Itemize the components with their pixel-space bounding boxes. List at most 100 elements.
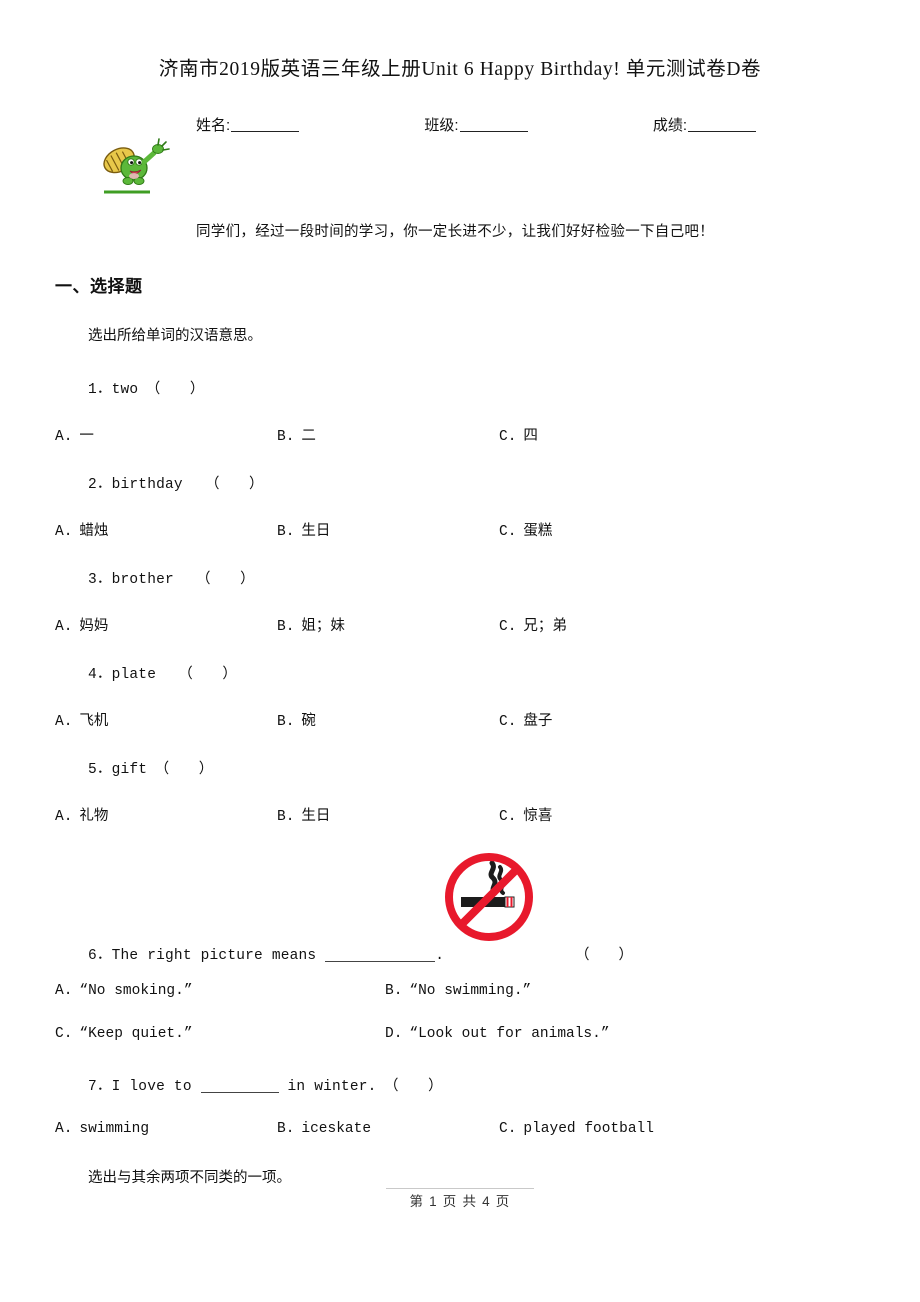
option-text: 碗 [301, 713, 316, 729]
option-label: A. [55, 983, 73, 999]
option-5-b[interactable]: B. 生日 [277, 804, 499, 825]
class-label: 班级: [424, 117, 459, 134]
question-6-blank[interactable] [325, 961, 436, 962]
option-text: 盘子 [523, 713, 553, 729]
option-text: 生日 [301, 523, 331, 539]
question-stem-6-prefix: 6．The right picture means [88, 948, 326, 964]
option-text: 一 [79, 428, 94, 444]
option-6-a[interactable]: A. “No smoking.” [55, 983, 385, 999]
option-1-c[interactable]: C. 四 [499, 424, 721, 445]
option-text: 蜡烛 [79, 523, 109, 539]
class-blank[interactable] [459, 131, 528, 132]
option-label: A. [55, 619, 73, 635]
option-label: A. [55, 524, 73, 540]
option-text: “No smoking.” [79, 983, 193, 999]
option-1-b[interactable]: B. 二 [277, 424, 499, 445]
name-blank[interactable] [231, 131, 300, 132]
option-5-c[interactable]: C. 惊喜 [499, 804, 721, 825]
directive-1: 选出所给单词的汉语意思。 [88, 328, 262, 344]
option-label: B. [385, 983, 403, 999]
question-stem-7-prefix: 7．I love to [88, 1079, 201, 1095]
question-stem-1: 1．two （ ） [88, 382, 205, 398]
question-6-answer-paren[interactable]: （ ） [575, 943, 633, 964]
options-row-6b: C. “Keep quiet.” D. “Look out for animals.” [55, 1026, 885, 1042]
option-2-b[interactable]: B. 生日 [277, 519, 499, 540]
question-7-blank[interactable] [200, 1092, 279, 1093]
option-6-b[interactable]: B. “No swimming.” [385, 983, 715, 999]
option-6-d[interactable]: D. “Look out for animals.” [385, 1026, 715, 1042]
option-text: “No swimming.” [409, 983, 532, 999]
option-text: 妈妈 [79, 618, 109, 634]
option-label: A. [55, 1121, 73, 1137]
option-label: B. [277, 524, 295, 540]
option-2-a[interactable]: A. 蜡烛 [55, 519, 277, 540]
option-4-c[interactable]: C. 盘子 [499, 709, 721, 730]
options-row-3: A. 妈妈 B. 姐；妹 C. 兄；弟 [55, 614, 885, 635]
question-stem-6: 6．The right picture means . [88, 943, 878, 964]
option-text: “Look out for animals.” [409, 1026, 610, 1042]
footer-divider [386, 1188, 534, 1189]
question-stem-6-suffix: . [435, 948, 445, 964]
option-7-c[interactable]: C. played football [499, 1121, 721, 1137]
option-7-b[interactable]: B. iceskate [277, 1121, 499, 1137]
score-field[interactable]: 成绩: [653, 114, 756, 135]
question-stem-2: 2．birthday （ ） [88, 477, 264, 493]
name-label: 姓名: [196, 117, 231, 134]
options-row-7: A. swimming B. iceskate C. played football [55, 1121, 885, 1137]
option-label: A. [55, 809, 73, 825]
option-text: swimming [79, 1121, 150, 1137]
option-4-b[interactable]: B. 碗 [277, 709, 499, 730]
question-stem-5: 5．gift （ ） [88, 762, 214, 778]
option-text: 生日 [301, 808, 331, 824]
option-text: 蛋糕 [523, 523, 553, 539]
option-label: C. [499, 714, 517, 730]
score-blank[interactable] [687, 131, 756, 132]
section-heading-1: 一、选择题 [55, 277, 143, 296]
student-info-row: 姓名: 班级: 成绩: [196, 114, 756, 135]
option-2-c[interactable]: C. 蛋糕 [499, 519, 721, 540]
option-text: 飞机 [79, 713, 109, 729]
option-label: A. [55, 429, 73, 445]
option-7-a[interactable]: A. swimming [55, 1121, 277, 1137]
question-stem-3: 3．brother （ ） [88, 572, 255, 588]
name-field[interactable]: 姓名: [196, 114, 300, 135]
option-3-a[interactable]: A. 妈妈 [55, 614, 277, 635]
options-row-6a: A. “No smoking.” B. “No swimming.” [55, 983, 885, 999]
option-label: C. [499, 1121, 517, 1137]
option-label: C. [499, 429, 517, 445]
options-row-5: A. 礼物 B. 生日 C. 惊喜 [55, 804, 885, 825]
option-text: iceskate [301, 1121, 372, 1137]
score-label: 成绩: [652, 117, 687, 134]
option-label: D. [385, 1026, 403, 1042]
option-text: 兄；弟 [523, 618, 567, 634]
directive-2: 选出与其余两项不同类的一项。 [88, 1170, 291, 1186]
option-label: C. [499, 524, 517, 540]
no-smoking-icon [435, 845, 543, 945]
option-label: B. [277, 619, 295, 635]
option-3-c[interactable]: C. 兄；弟 [499, 614, 721, 635]
turtle-mascot-icon [90, 134, 186, 196]
option-label: C. [499, 809, 517, 825]
option-6-c[interactable]: C. “Keep quiet.” [55, 1026, 385, 1042]
question-stem-7-suffix: in winter. （ ） [278, 1079, 443, 1095]
option-4-a[interactable]: A. 飞机 [55, 709, 277, 730]
option-label: B. [277, 714, 295, 730]
option-text: 姐；妹 [301, 618, 345, 634]
page-title: 济南市2019版英语三年级上册Unit 6 Happy Birthday! 单元… [158, 59, 762, 80]
option-label: C. [499, 619, 517, 635]
option-label: A. [55, 714, 73, 730]
class-field[interactable]: 班级: [424, 114, 528, 135]
intro-text: 同学们，经过一段时间的学习，你一定长进不少，让我们好好检验一下自己吧！ [196, 224, 714, 240]
option-text: 惊喜 [523, 808, 553, 824]
options-row-1: A. 一 B. 二 C. 四 [55, 424, 885, 445]
option-5-a[interactable]: A. 礼物 [55, 804, 277, 825]
option-text: 四 [523, 428, 538, 444]
option-label: B. [277, 809, 295, 825]
exam-page: 济南市2019版英语三年级上册Unit 6 Happy Birthday! 单元… [0, 0, 920, 1302]
option-1-a[interactable]: A. 一 [55, 424, 277, 445]
page-footer: 第 1 页 共 4 页 [409, 1194, 511, 1209]
option-label: C. [55, 1026, 73, 1042]
option-label: B. [277, 1121, 295, 1137]
option-3-b[interactable]: B. 姐；妹 [277, 614, 499, 635]
options-row-2: A. 蜡烛 B. 生日 C. 蛋糕 [55, 519, 885, 540]
